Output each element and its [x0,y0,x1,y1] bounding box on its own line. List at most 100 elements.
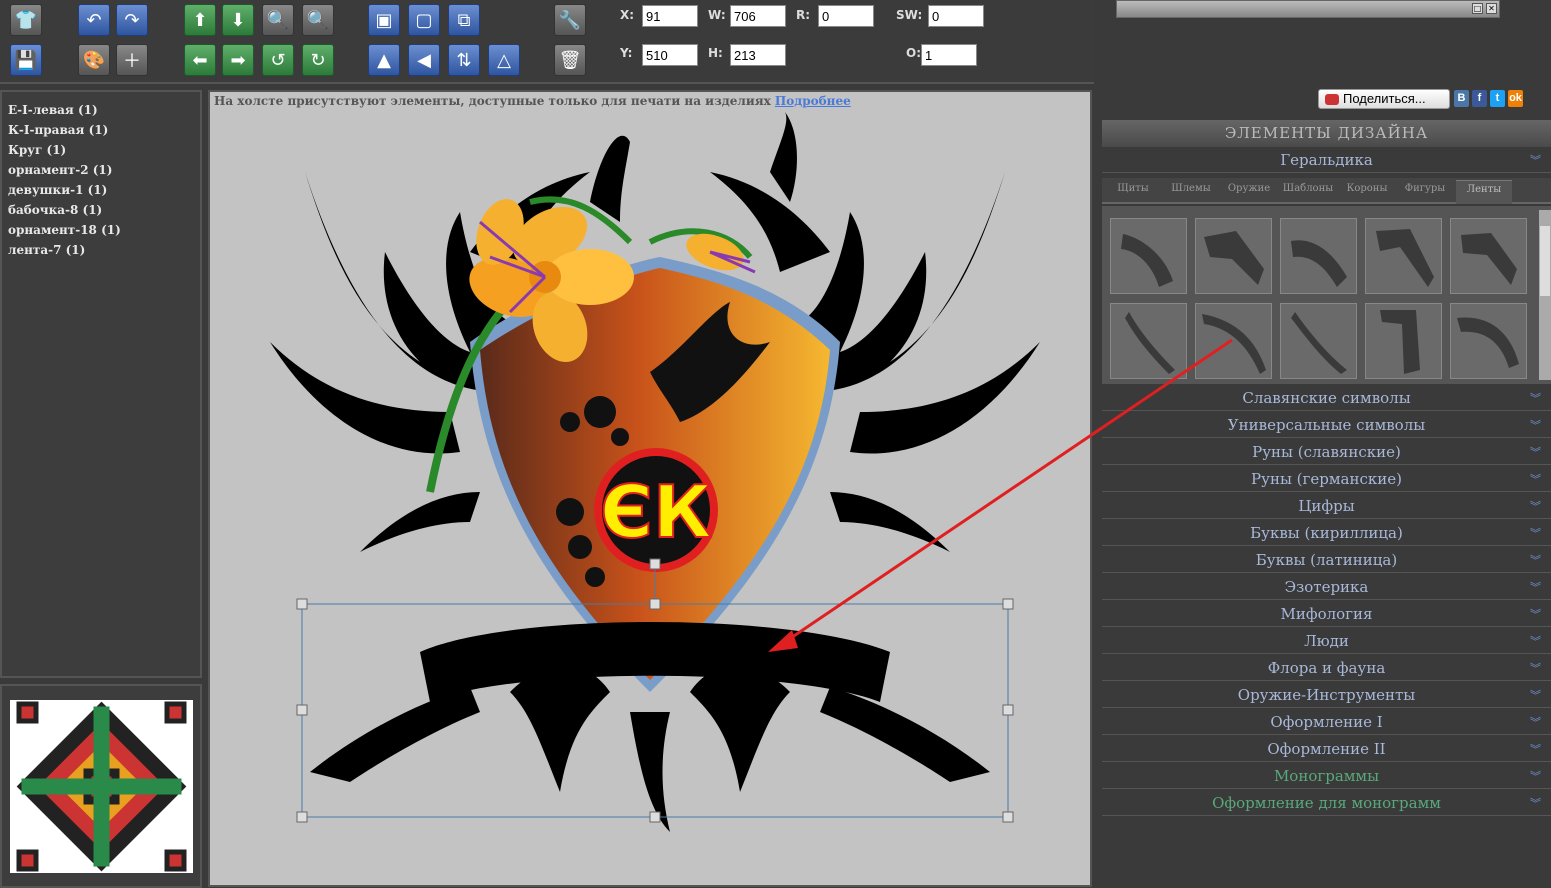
category-label: Буквы (кириллица) [1250,524,1403,542]
category-item[interactable]: Универсальные символы ︾ [1102,413,1551,438]
distort-icon[interactable]: △ [488,44,520,76]
ribbon-thumb[interactable] [1280,218,1357,294]
tab-weapons[interactable]: Оружие [1222,180,1276,204]
arrow-down-icon[interactable]: ⬇ [222,4,254,36]
layer-item[interactable]: Е-I-левая (1) [8,100,194,120]
save-icon[interactable]: 💾 [10,44,42,76]
category-item[interactable]: Буквы (латиница) ︾ [1102,548,1551,573]
right-panel: □ ✕ Поделиться... В f t ok ЭЛЕМЕНТЫ ДИЗА… [1098,0,1551,888]
r-field[interactable] [818,5,874,27]
w-field[interactable] [730,5,786,27]
ribbon-thumb[interactable] [1110,218,1187,294]
layer-item[interactable]: лента-7 (1) [8,240,194,260]
vk-icon[interactable]: В [1454,90,1469,107]
odnoklassniki-icon[interactable]: ok [1508,90,1523,107]
tab-figures[interactable]: Фигуры [1398,180,1452,204]
facebook-icon[interactable]: f [1472,90,1487,107]
category-item[interactable]: Оформление II ︾ [1102,737,1551,762]
h-label: H: [708,46,723,60]
category-label: Руны (славянские) [1252,443,1401,461]
category-heraldry[interactable]: Геральдика ︾ [1102,148,1551,173]
y-field[interactable] [642,44,698,66]
category-label: Руны (германские) [1251,470,1402,488]
tab-crowns[interactable]: Короны [1340,180,1394,204]
rotate-left-icon[interactable]: ↺ [262,44,294,76]
tab-helmets[interactable]: Шлемы [1164,180,1218,204]
palette-icon[interactable]: 🎨 [78,44,110,76]
ribbon-thumb[interactable] [1195,303,1272,379]
design-artwork[interactable]: ЄК [210,92,1090,885]
category-item[interactable]: Монограммы ︾ [1102,764,1551,789]
toolbar: 👕 ↶ ↷ ⬆ ⬇ 🔍 🔍 ▣ ▢ ⧉ 🔧 💾 🎨 ＋ ⬅ ➡ ↺ ↻ ▲ ◀ … [0,0,1094,84]
category-item[interactable]: Мифология ︾ [1102,602,1551,627]
category-item[interactable]: Оформление I ︾ [1102,710,1551,735]
tab-shields[interactable]: Щиты [1106,180,1160,204]
ribbon-thumb[interactable] [1195,218,1272,294]
chevron-down-icon: ︾ [1530,635,1541,648]
flip-vertical-icon[interactable]: ▲ [368,44,400,76]
scrollbar-thumb[interactable] [1540,226,1550,296]
layer-item[interactable]: бабочка-8 (1) [8,200,194,220]
restore-icon[interactable]: □ [1472,3,1483,14]
tab-templates[interactable]: Шаблоны [1280,180,1336,204]
category-item[interactable]: Цифры ︾ [1102,494,1551,519]
flip-horizontal-icon[interactable]: ◀ [408,44,440,76]
ribbon-thumb[interactable] [1365,303,1442,379]
chevron-down-icon: ︾ [1530,770,1541,783]
sw-field[interactable] [928,5,984,27]
design-canvas[interactable]: На холсте присутствуют элементы, доступн… [208,90,1092,887]
category-item[interactable]: Оформление для монограмм ︾ [1102,791,1551,816]
category-item[interactable]: Оружие-Инструменты ︾ [1102,683,1551,708]
category-item[interactable]: Славянские символы ︾ [1102,386,1551,411]
ornament-preview[interactable] [10,700,193,873]
rotate-right-icon[interactable]: ↻ [302,44,334,76]
chevron-down-icon: ︾ [1530,473,1541,486]
category-label: Цифры [1298,497,1355,515]
send-back-icon[interactable]: ▢ [408,4,440,36]
handle-top-left [296,598,308,610]
ribbon-thumb[interactable] [1280,303,1357,379]
opacity-field[interactable] [921,44,977,66]
ribbon-thumb[interactable] [1450,303,1527,379]
layer-item[interactable]: орнамент-18 (1) [8,220,194,240]
trash-icon[interactable]: 🗑 [554,44,586,76]
category-item[interactable]: Руны (славянские) ︾ [1102,440,1551,465]
category-label: Люди [1304,632,1349,650]
arrow-up-icon[interactable]: ⬆ [184,4,216,36]
share-button[interactable]: Поделиться... [1318,89,1450,109]
flip-icon[interactable]: ⇅ [448,44,480,76]
handle-left [296,704,308,716]
panel-top-bar: □ ✕ [1116,0,1500,18]
gallery-scrollbar[interactable] [1539,210,1551,380]
bring-front-icon[interactable]: ▣ [368,4,400,36]
arrow-left-icon[interactable]: ⬅ [184,44,216,76]
category-item[interactable]: Эзотерика ︾ [1102,575,1551,600]
ribbon-thumb[interactable] [1110,303,1187,379]
category-label: Буквы (латиница) [1255,551,1398,569]
category-item[interactable]: Люди ︾ [1102,629,1551,654]
category-item[interactable]: Буквы (кириллица) ︾ [1102,521,1551,546]
layer-item[interactable]: девушки-1 (1) [8,180,194,200]
shirt-icon[interactable]: 👕 [10,4,42,36]
x-field[interactable] [642,5,698,27]
chevron-down-icon: ︾ [1530,743,1541,756]
redo-icon[interactable]: ↷ [116,4,148,36]
wrench-icon[interactable]: 🔧 [554,4,586,36]
zoom-out-icon[interactable]: 🔍 [302,4,334,36]
tab-ribbons[interactable]: Ленты [1456,180,1512,204]
category-item[interactable]: Флора и фауна ︾ [1102,656,1551,681]
h-field[interactable] [730,44,786,66]
close-icon[interactable]: ✕ [1486,3,1497,14]
twitter-icon[interactable]: t [1490,90,1505,107]
layer-item[interactable]: орнамент-2 (1) [8,160,194,180]
layers-icon[interactable]: ⧉ [448,4,480,36]
add-image-icon[interactable]: ＋ [116,44,148,76]
category-item[interactable]: Руны (германские) ︾ [1102,467,1551,492]
ribbon-thumb[interactable] [1365,218,1442,294]
zoom-in-icon[interactable]: 🔍 [262,4,294,36]
layer-item[interactable]: К-I-правая (1) [8,120,194,140]
ribbon-thumb[interactable] [1450,218,1527,294]
undo-icon[interactable]: ↶ [78,4,110,36]
layer-item[interactable]: Круг (1) [8,140,194,160]
arrow-right-icon[interactable]: ➡ [222,44,254,76]
